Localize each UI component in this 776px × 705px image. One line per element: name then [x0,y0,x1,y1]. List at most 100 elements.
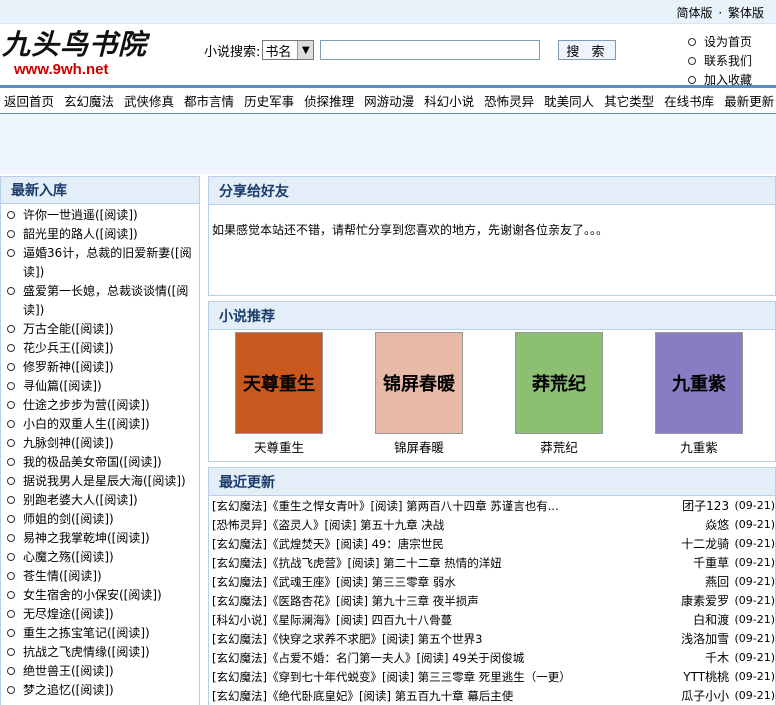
book-cover[interactable]: 锦屏春暖 [375,332,463,434]
update-category[interactable]: [玄幻魔法] [212,632,267,646]
top-link-contact[interactable]: 联系我们 [688,51,752,70]
new-book-link[interactable]: 韶光里的路人([阅读]) [23,225,199,244]
new-book-item[interactable]: 盛爱第一长媳，总裁谈谈情([阅读]) [7,282,199,320]
new-book-item[interactable]: 修罗新神([阅读]) [7,358,199,377]
new-book-link[interactable]: 盛爱第一长媳，总裁谈谈情([阅读]) [23,282,199,320]
nav-item[interactable]: 最新更新 [724,91,774,110]
update-main[interactable]: [玄幻魔法]《武煌焚天》[阅读] 49：唐宗世民 [212,536,671,552]
nav-item[interactable]: 在线书库 [664,91,714,110]
update-main[interactable]: [玄幻魔法]《重生之悍女青叶》[阅读] 第两百八十四章 苏谨言也有... [212,498,671,514]
new-book-item[interactable]: 心魔之殇([阅读]) [7,548,199,567]
new-book-link[interactable]: 花少兵王([阅读]) [23,339,199,358]
update-text[interactable]: 《星际澜海》[阅读] 四百九十八骨蔓 [267,613,452,627]
new-book-item[interactable]: 抗战之飞虎情缘([阅读]) [7,643,199,662]
update-category[interactable]: [玄幻魔法] [212,537,267,551]
nav-item[interactable]: 武侠修真 [124,91,174,110]
new-book-item[interactable]: 师姐的剑([阅读]) [7,510,199,529]
nav-item[interactable]: 科幻小说 [424,91,474,110]
new-book-item[interactable]: 据说我男人是星辰大海([阅读]) [7,472,199,491]
new-book-link[interactable]: 据说我男人是星辰大海([阅读]) [23,472,199,491]
update-main[interactable]: [玄幻魔法]《绝代卧底皇妃》[阅读] 第五百九十章 幕后主使 [212,688,671,704]
new-book-item[interactable]: 别跑老婆大人([阅读]) [7,491,199,510]
nav-item[interactable]: 返回首页 [4,91,54,110]
nav-item[interactable]: 玄幻魔法 [64,91,114,110]
new-book-link[interactable]: 师姐的剑([阅读]) [23,510,199,529]
new-book-link[interactable]: 心魔之殇([阅读]) [23,548,199,567]
book-cover[interactable]: 莽荒纪 [515,332,603,434]
new-book-link[interactable]: 易神之我掌乾坤([阅读]) [23,529,199,548]
search-input[interactable] [320,40,541,60]
update-text[interactable]: 《快穿之求养不求肥》[阅读] 第五个世界3 [267,632,482,646]
simplified-link[interactable]: 简体版 [676,6,712,20]
update-category[interactable]: [玄幻魔法] [212,689,267,703]
new-book-item[interactable]: 易神之我掌乾坤([阅读]) [7,529,199,548]
update-text[interactable]: 《医路杏花》[阅读] 第九十三章 夜半损声 [267,594,479,608]
update-main[interactable]: [玄幻魔法]《穿到七十年代蜕变》[阅读] 第三三零章 死里逃生（一更） [212,669,671,685]
nav-item[interactable]: 恐怖灵异 [484,91,534,110]
new-book-item[interactable]: 寻仙篇([阅读]) [7,377,199,396]
new-book-item[interactable]: 我的极品美女帝国([阅读]) [7,453,199,472]
update-text[interactable]: 《重生之悍女青叶》[阅读] 第两百八十四章 苏谨言也有... [267,499,559,513]
update-text[interactable]: 《武魂王座》[阅读] 第三三零章 弱水 [267,575,456,589]
nav-item[interactable]: 网游动漫 [364,91,414,110]
update-category[interactable]: [玄幻魔法] [212,594,267,608]
new-book-item[interactable]: 女生宿舍的小保安([阅读]) [7,586,199,605]
update-text[interactable]: 《穿到七十年代蜕变》[阅读] 第三三零章 死里逃生（一更） [267,670,571,684]
book-name[interactable]: 九重紫 [629,437,769,456]
nav-item[interactable]: 其它类型 [604,91,654,110]
new-book-item[interactable]: 重生之拣宝笔记([阅读]) [7,624,199,643]
recommend-book[interactable]: 锦屏春暖 锦屏春暖 [349,332,489,456]
new-book-link[interactable]: 梦之追忆([阅读]) [23,681,199,700]
update-category[interactable]: [玄幻魔法] [212,575,267,589]
new-book-link[interactable]: 小白的双重人生([阅读]) [23,415,199,434]
update-main[interactable]: [恐怖灵异]《盗灵人》[阅读] 第五十九章 决战 [212,517,671,533]
new-book-link[interactable]: 别跑老婆大人([阅读]) [23,491,199,510]
update-main[interactable]: [玄幻魔法]《占爱不婚：名门第一夫人》[阅读] 49关于闵俊城 [212,650,671,666]
update-category[interactable]: [玄幻魔法] [212,556,267,570]
book-cover[interactable]: 九重紫 [655,332,743,434]
new-book-link[interactable]: 重生之拣宝笔记([阅读]) [23,624,199,643]
new-book-link[interactable]: 万古全能([阅读]) [23,320,199,339]
new-book-link[interactable]: 我的极品美女帝国([阅读]) [23,453,199,472]
update-main[interactable]: [科幻小说]《星际澜海》[阅读] 四百九十八骨蔓 [212,612,671,628]
top-link-favorite[interactable]: 加入收藏 [688,70,752,89]
update-text[interactable]: 《绝代卧底皇妃》[阅读] 第五百九十章 幕后主使 [267,689,513,703]
update-main[interactable]: [玄幻魔法]《武魂王座》[阅读] 第三三零章 弱水 [212,574,671,590]
new-book-link[interactable]: 绝世兽王([阅读]) [23,662,199,681]
book-cover[interactable]: 天尊重生 [235,332,323,434]
new-book-item[interactable]: 无尽煌途([阅读]) [7,605,199,624]
update-category[interactable]: [恐怖灵异] [212,518,267,532]
search-type-select[interactable]: 书名 ▼ [262,40,315,60]
new-book-link[interactable]: 寻仙篇([阅读]) [23,377,199,396]
new-book-item[interactable]: 梦之追忆([阅读]) [7,681,199,700]
recommend-book[interactable]: 天尊重生 天尊重生 [209,332,349,456]
update-main[interactable]: [玄幻魔法]《医路杏花》[阅读] 第九十三章 夜半损声 [212,593,671,609]
new-book-link[interactable]: 抗战之飞虎情缘([阅读]) [23,643,199,662]
book-name[interactable]: 莽荒纪 [489,437,629,456]
new-book-link[interactable]: 逼婚36计，总裁的旧爱新妻([阅读]) [23,244,199,282]
new-book-item[interactable]: 韶光里的路人([阅读]) [7,225,199,244]
update-main[interactable]: [玄幻魔法]《抗战飞虎营》[阅读] 第二十二章 热情的洋妞 [212,555,671,571]
top-link-home[interactable]: 设为首页 [688,32,752,51]
update-category[interactable]: [玄幻魔法] [212,499,267,513]
update-text[interactable]: 《武煌焚天》[阅读] 49：唐宗世民 [267,537,444,551]
update-main[interactable]: [玄幻魔法]《快穿之求养不求肥》[阅读] 第五个世界3 [212,631,671,647]
new-book-link[interactable]: 苍生情([阅读]) [23,567,199,586]
update-category[interactable]: [玄幻魔法] [212,670,267,684]
update-category[interactable]: [玄幻魔法] [212,651,267,665]
site-logo[interactable]: 九头鸟书院 www.9wh.net [2,30,152,84]
new-book-item[interactable]: 苍生情([阅读]) [7,567,199,586]
recommend-book[interactable]: 莽荒纪 莽荒纪 [489,332,629,456]
new-book-item[interactable]: 绝世兽王([阅读]) [7,662,199,681]
update-text[interactable]: 《占爱不婚：名门第一夫人》[阅读] 49关于闵俊城 [267,651,524,665]
new-book-item[interactable]: 九脉剑神([阅读]) [7,434,199,453]
new-book-link[interactable]: 修罗新神([阅读]) [23,358,199,377]
update-text[interactable]: 《抗战飞虎营》[阅读] 第二十二章 热情的洋妞 [267,556,502,570]
book-name[interactable]: 锦屏春暖 [349,437,489,456]
new-book-item[interactable]: 仕途之步步为营([阅读]) [7,396,199,415]
new-book-link[interactable]: 仕途之步步为营([阅读]) [23,396,199,415]
recommend-book[interactable]: 九重紫 九重紫 [629,332,769,456]
new-book-item[interactable]: 逼婚36计，总裁的旧爱新妻([阅读]) [7,244,199,282]
new-book-item[interactable]: 小白的双重人生([阅读]) [7,415,199,434]
new-book-link[interactable]: 女生宿舍的小保安([阅读]) [23,586,199,605]
